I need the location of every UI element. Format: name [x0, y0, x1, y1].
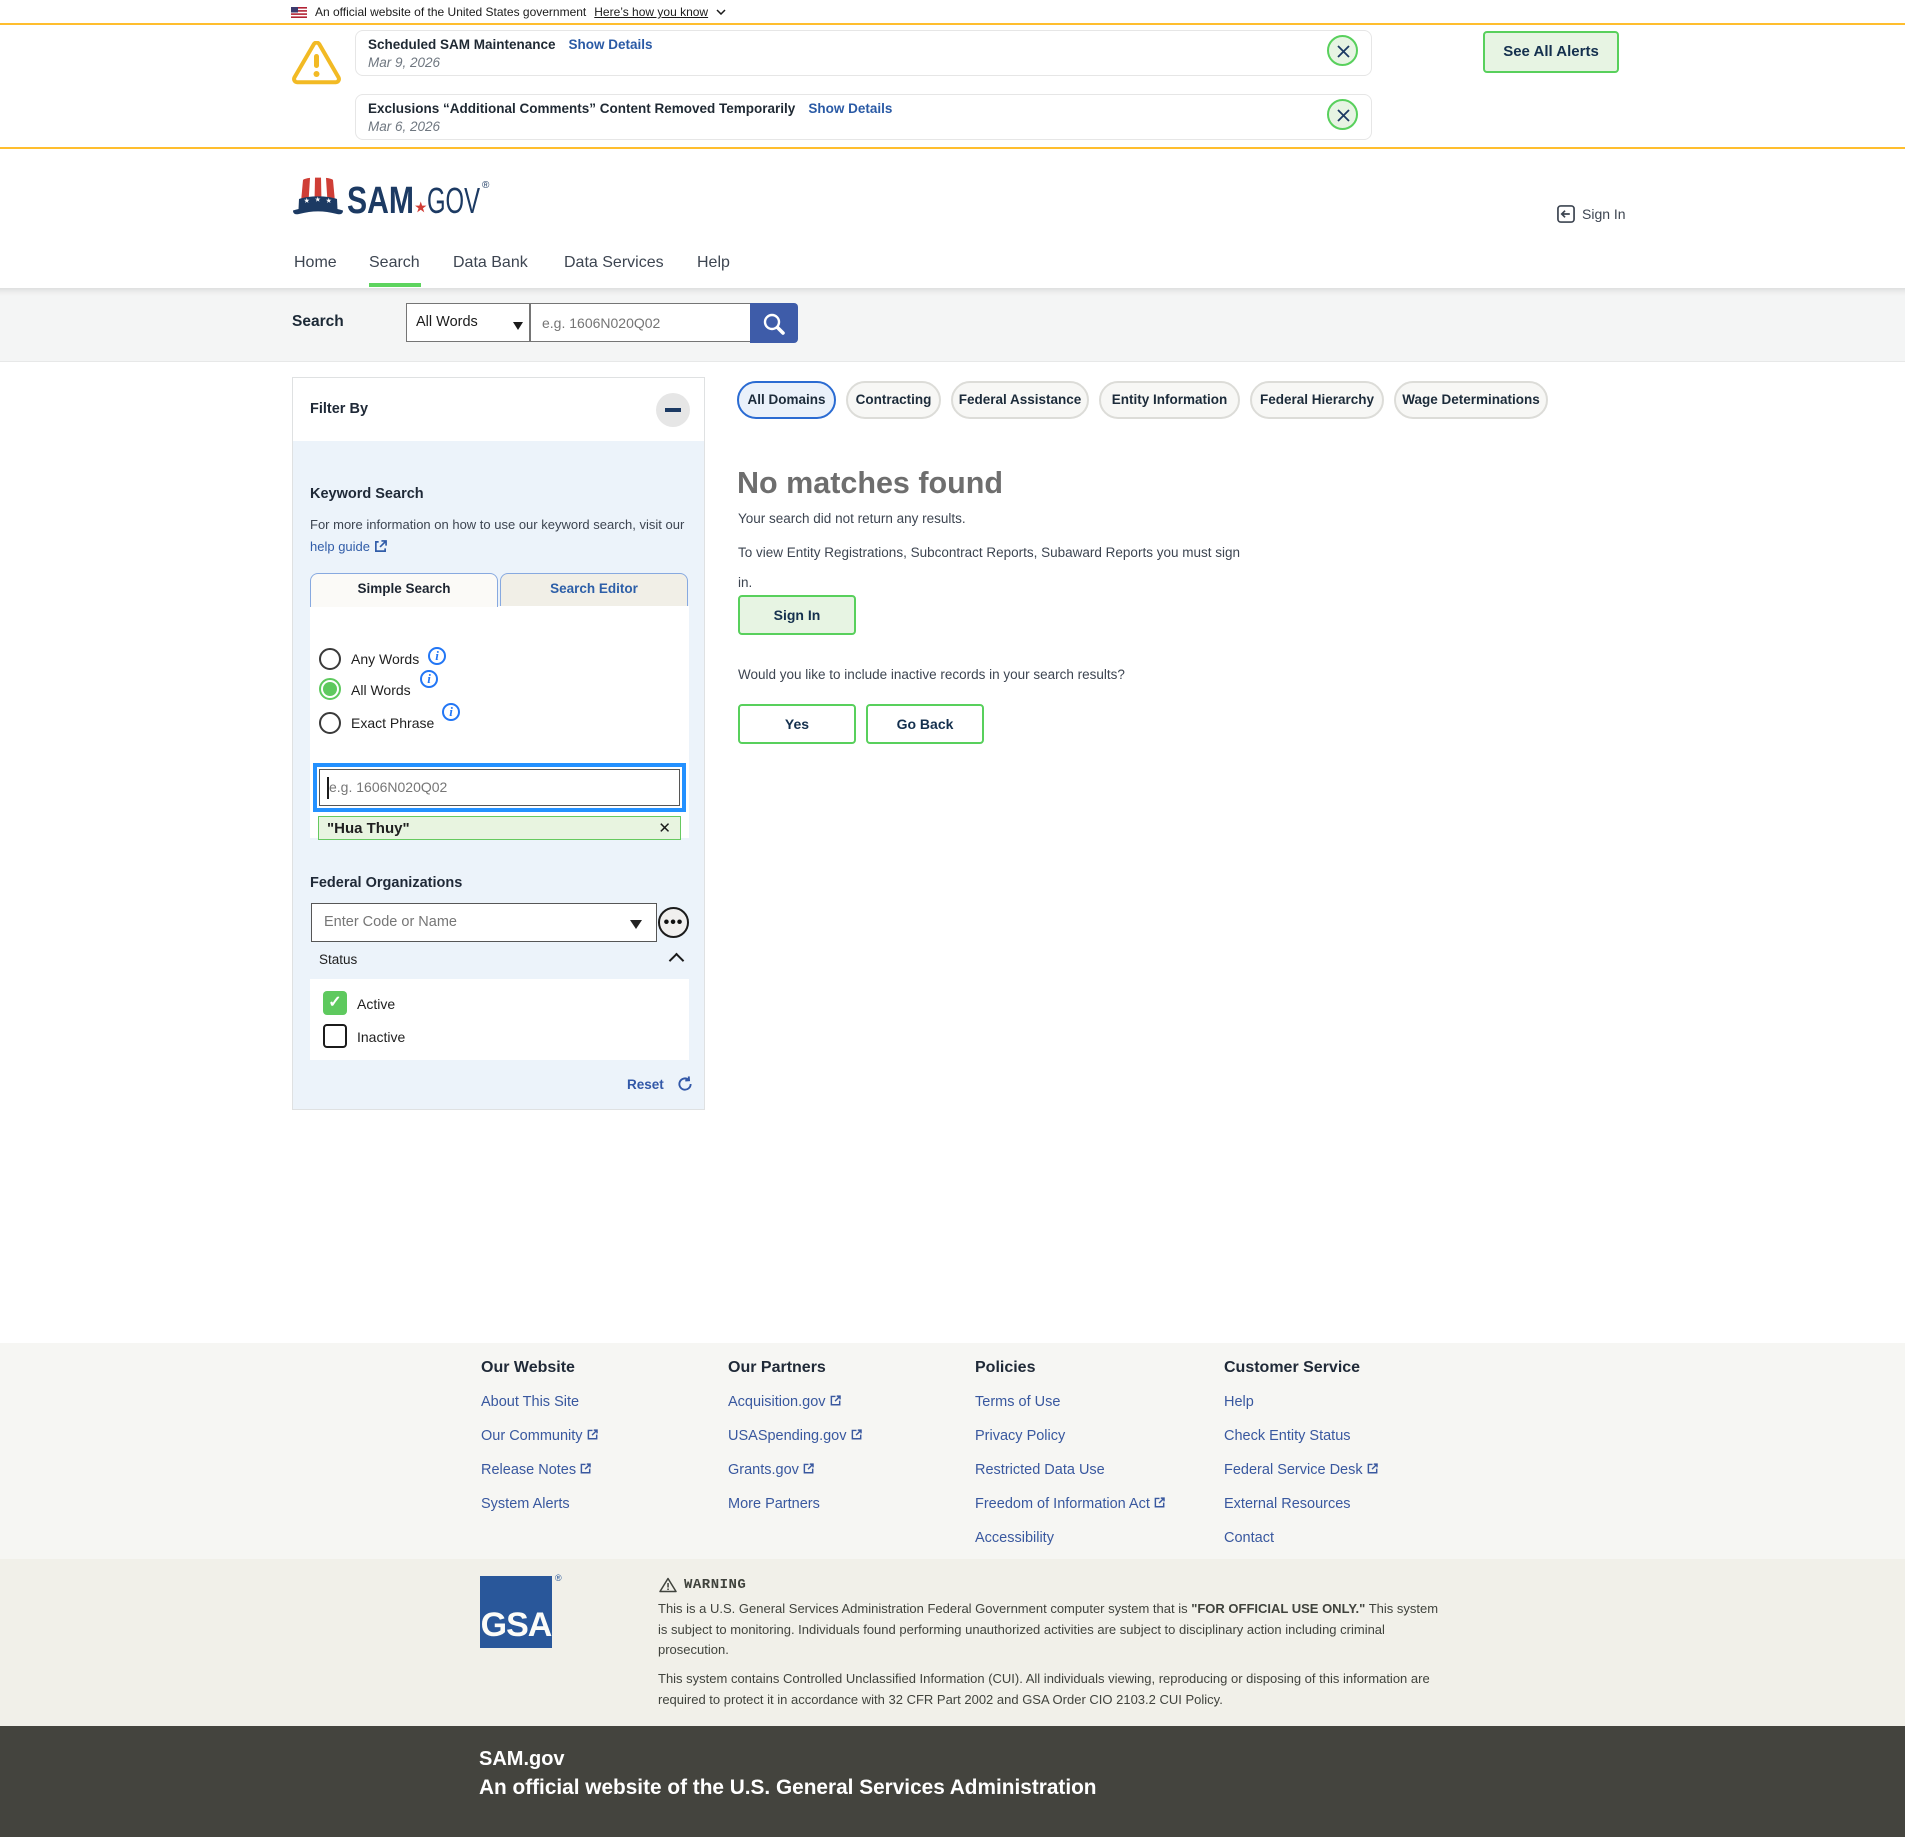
svg-text:SAM: SAM — [347, 180, 414, 220]
svg-text:GOV: GOV — [427, 180, 480, 220]
svg-text:®: ® — [482, 180, 490, 191]
